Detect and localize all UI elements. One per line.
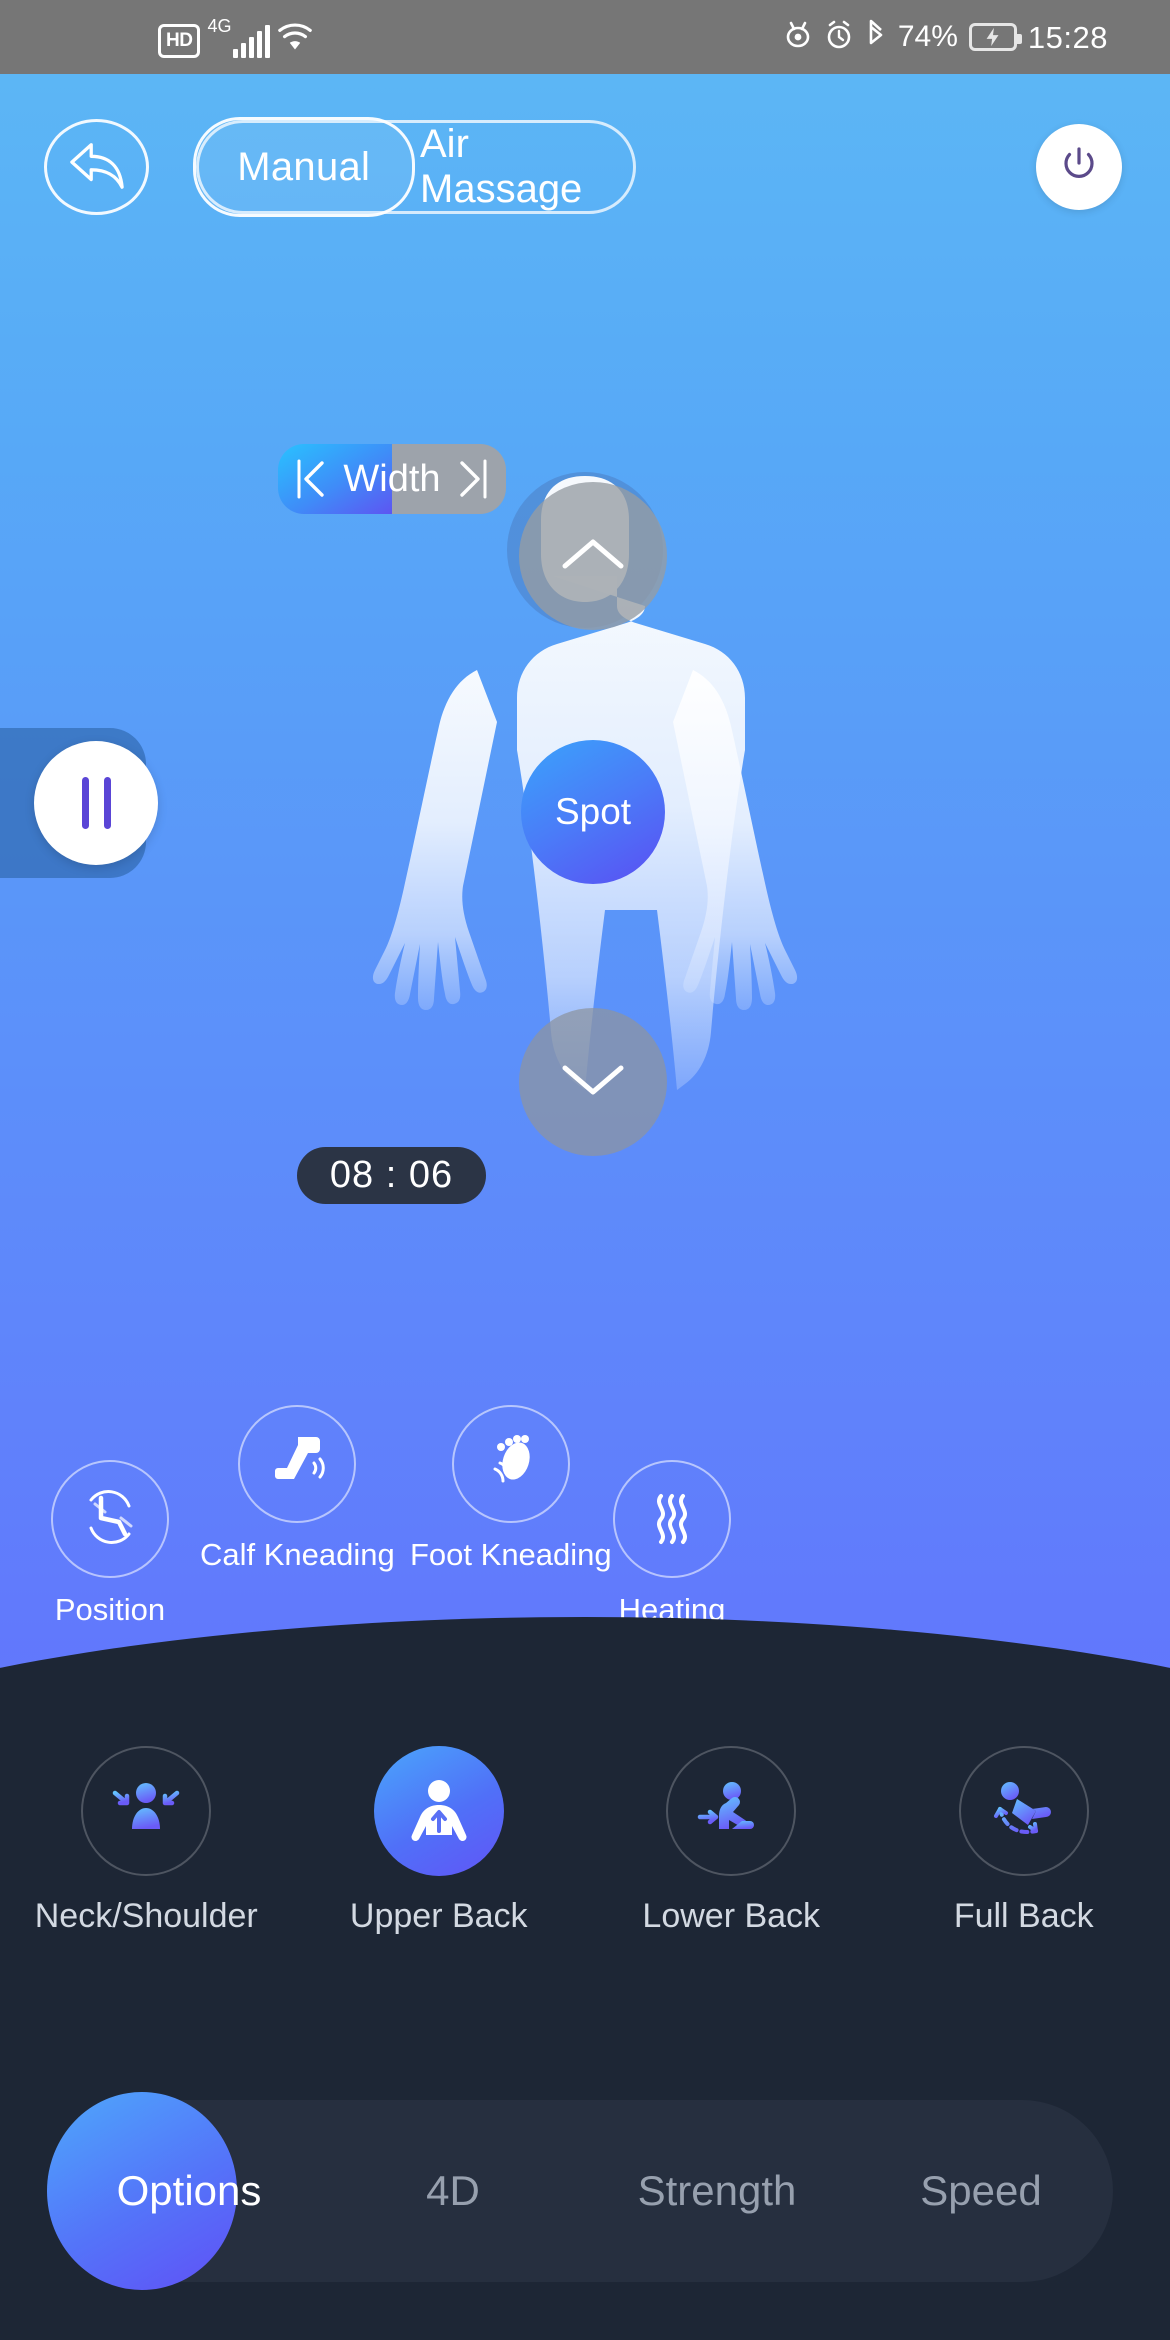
move-down-button[interactable] bbox=[519, 1008, 667, 1156]
bluetooth-icon bbox=[865, 18, 887, 57]
feature-calf-kneading[interactable]: Calf Kneading bbox=[200, 1405, 395, 1573]
hd-icon: HD bbox=[158, 23, 201, 58]
signal-strength-bars bbox=[233, 24, 271, 58]
chevron-up-icon bbox=[557, 530, 629, 583]
width-control-content: Width bbox=[278, 444, 506, 514]
region-full-back-circle bbox=[958, 1746, 1089, 1876]
status-bar-right: 74% 15:28 bbox=[783, 18, 1108, 57]
back-arrow-icon bbox=[66, 137, 128, 198]
region-upper-back[interactable]: Upper Back bbox=[293, 1746, 586, 1996]
clock-label: 15:28 bbox=[1027, 19, 1108, 55]
feature-position-circle bbox=[51, 1460, 169, 1578]
feature-foot-kneading-circle bbox=[451, 1405, 570, 1523]
top-navigation: Manual Air Massage bbox=[0, 117, 1170, 217]
battery-charging-icon bbox=[968, 23, 1022, 51]
region-full-back[interactable]: Full Back bbox=[878, 1746, 1170, 1996]
bottom-tab-bar: Options 4D Strength Speed bbox=[47, 2092, 1113, 2290]
spot-button[interactable]: Spot bbox=[521, 740, 665, 884]
tab-4d[interactable]: 4D bbox=[321, 2100, 585, 2282]
tab-options[interactable]: Options bbox=[47, 2092, 321, 2290]
back-button[interactable] bbox=[44, 119, 149, 215]
pause-button[interactable] bbox=[34, 741, 158, 865]
feature-heating-circle bbox=[613, 1460, 731, 1578]
width-label: Width bbox=[343, 457, 441, 500]
status-bar: HD 4G 74% 15:28 bbox=[0, 0, 1170, 74]
timer-display: 08 : 06 bbox=[297, 1147, 486, 1204]
foot-kneading-icon bbox=[476, 1427, 546, 1502]
spot-label: Spot bbox=[554, 791, 632, 832]
alarm-icon bbox=[824, 19, 854, 56]
wifi-icon bbox=[277, 22, 313, 58]
battery-percent-label: 74% bbox=[897, 20, 958, 53]
feature-calf-kneading-label: Calf Kneading bbox=[200, 1537, 395, 1572]
feature-foot-kneading-label: Foot Kneading bbox=[410, 1537, 612, 1572]
tab-speed[interactable]: Speed bbox=[849, 2100, 1113, 2282]
region-neck-shoulder[interactable]: Neck/Shoulder bbox=[0, 1746, 293, 1996]
feature-foot-kneading[interactable]: Foot Kneading bbox=[410, 1405, 612, 1573]
signal-bars-icon: 4G bbox=[207, 15, 271, 58]
tab-options-label: Options bbox=[116, 2167, 262, 2214]
region-lower-back[interactable]: Lower Back bbox=[585, 1746, 878, 1996]
heating-waves-icon bbox=[639, 1484, 705, 1555]
region-lower-back-circle bbox=[666, 1746, 797, 1876]
timer-value: 08 : 06 bbox=[329, 1154, 454, 1196]
power-button[interactable] bbox=[1036, 124, 1122, 210]
feature-position[interactable]: Position bbox=[51, 1460, 169, 1628]
power-icon bbox=[1059, 144, 1099, 191]
skip-next-icon[interactable] bbox=[455, 457, 491, 501]
calf-kneading-icon bbox=[262, 1427, 332, 1502]
tab-4d-label: 4D bbox=[426, 2167, 480, 2214]
tab-manual[interactable]: Manual bbox=[193, 117, 415, 217]
tab-air-massage-label: Air Massage bbox=[420, 122, 583, 211]
chevron-down-icon bbox=[557, 1056, 629, 1109]
tab-strength[interactable]: Strength bbox=[585, 2100, 849, 2282]
region-upper-back-circle bbox=[373, 1746, 504, 1876]
tab-strength-label: Strength bbox=[637, 2167, 797, 2214]
feature-position-label: Position bbox=[54, 1592, 166, 1627]
region-neck-shoulder-circle bbox=[81, 1746, 212, 1876]
eye-comfort-icon bbox=[783, 19, 813, 56]
tab-manual-label: Manual bbox=[237, 144, 371, 189]
neck-shoulder-icon bbox=[107, 1773, 185, 1850]
status-bar-left: HD 4G bbox=[158, 17, 313, 58]
feature-heating[interactable]: Heating bbox=[613, 1460, 731, 1628]
network-type-label: 4G bbox=[207, 15, 232, 36]
chair-position-icon bbox=[75, 1482, 145, 1557]
tab-air-massage[interactable]: Air Massage bbox=[420, 120, 632, 214]
feature-calf-kneading-circle bbox=[238, 1405, 357, 1523]
region-upper-back-label: Upper Back bbox=[349, 1897, 528, 1935]
lower-back-icon bbox=[692, 1773, 770, 1850]
pause-icon bbox=[81, 777, 111, 829]
app-screen: HD 4G 74% 15:28 Manual Air Massage Width… bbox=[0, 0, 1170, 2340]
skip-previous-icon[interactable] bbox=[293, 457, 329, 501]
tab-speed-label: Speed bbox=[920, 2167, 1042, 2214]
region-selector: Neck/Shoulder Upper Back Lower Back Full… bbox=[0, 1746, 1170, 1996]
region-full-back-label: Full Back bbox=[953, 1897, 1094, 1935]
upper-back-icon bbox=[403, 1773, 475, 1850]
move-up-button[interactable] bbox=[519, 482, 667, 630]
region-lower-back-label: Lower Back bbox=[642, 1897, 821, 1935]
region-neck-shoulder-label: Neck/Shoulder bbox=[34, 1897, 258, 1935]
full-back-icon bbox=[984, 1773, 1064, 1850]
